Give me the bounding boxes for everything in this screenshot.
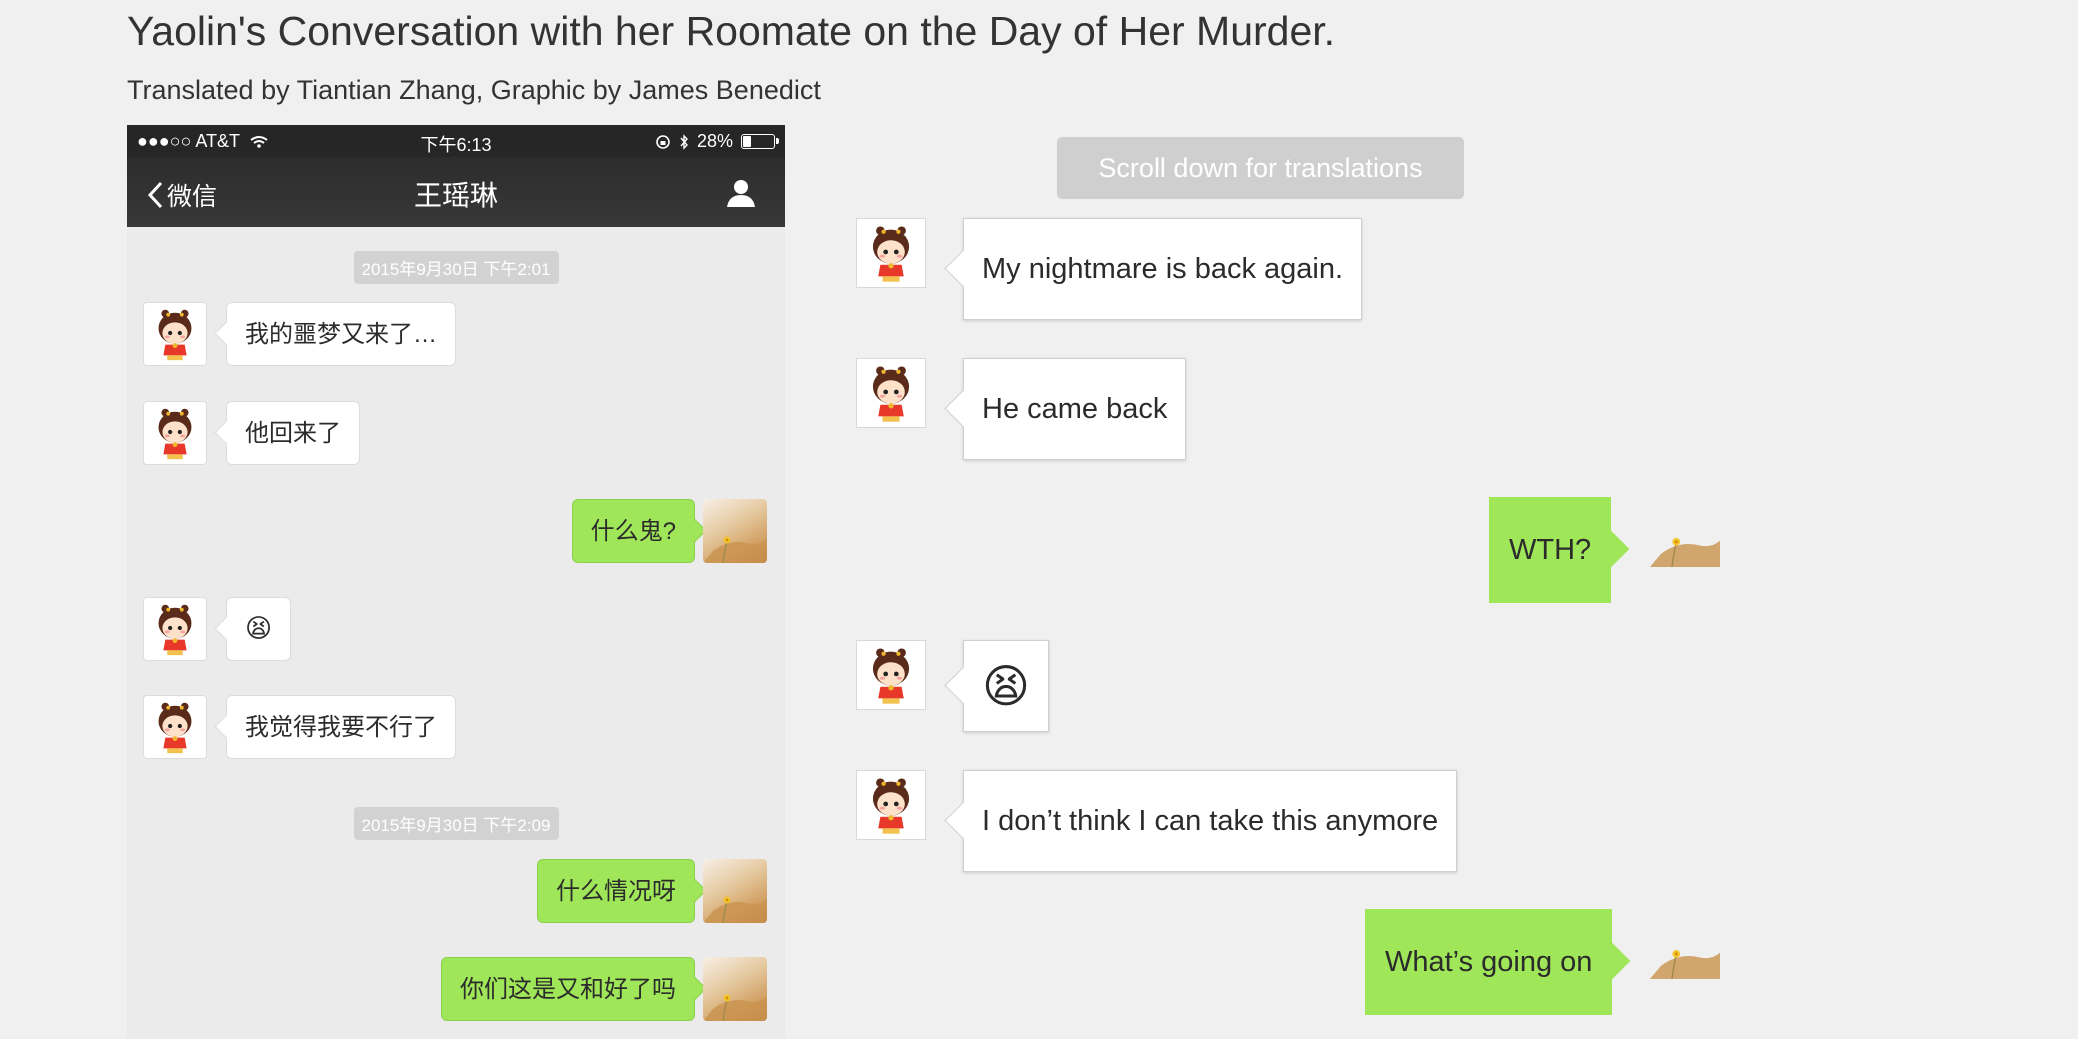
- user-avatar[interactable]: [703, 499, 767, 563]
- crying-face-emoji: 😫: [245, 613, 273, 643]
- timestamp: 2015年9月30日 下午2:01: [127, 251, 785, 284]
- translation-bubble: I don’t think I can take this anymore: [963, 770, 1458, 872]
- message-row: 什么鬼?: [127, 499, 785, 565]
- phone-screenshot: ●●●○○ AT&T 下午6:13 28% 微信 王瑶琳 2015年9月30日 …: [127, 125, 785, 1039]
- translation-bubble: 😫: [963, 640, 1049, 732]
- friend-avatar[interactable]: [143, 695, 207, 759]
- rotation-lock-icon: [656, 134, 670, 149]
- scroll-hint-banner: Scroll down for translations: [1057, 137, 1464, 199]
- message-row: 我的噩梦又来了…: [127, 302, 785, 368]
- friend-avatar: [856, 358, 926, 428]
- message-bubble: 什么情况呀: [537, 859, 695, 923]
- friend-avatar[interactable]: [143, 597, 207, 661]
- page-title: Yaolin's Conversation with her Roomate o…: [127, 8, 1336, 54]
- crying-face-emoji: 😫: [982, 660, 1030, 712]
- user-avatar: [1650, 909, 1720, 979]
- translation-bubble: My nightmare is back again.: [963, 218, 1363, 320]
- battery-percent: 28%: [696, 131, 733, 151]
- message-bubble: 你们这是又和好了吗: [441, 957, 695, 1021]
- message-bubble: 我觉得我要不行了: [226, 695, 456, 759]
- status-right: 28%: [655, 131, 779, 152]
- friend-avatar: [856, 218, 926, 288]
- translation-bubble: He came back: [963, 358, 1187, 460]
- friend-avatar[interactable]: [143, 302, 207, 366]
- translation-bubble: WTH?: [1489, 497, 1612, 603]
- message-row: 他回来了: [127, 401, 785, 467]
- chat-nav-bar: 微信 王瑶琳: [127, 157, 785, 227]
- status-bar: ●●●○○ AT&T 下午6:13 28%: [127, 125, 785, 157]
- friend-avatar[interactable]: [143, 401, 207, 465]
- friend-avatar: [856, 770, 926, 840]
- message-row: 什么情况呀: [127, 859, 785, 925]
- user-avatar[interactable]: [703, 957, 767, 1021]
- translation-bubble: What’s going on: [1365, 909, 1613, 1015]
- page-subtitle: Translated by Tiantian Zhang, Graphic by…: [127, 75, 821, 105]
- message-row: 我觉得我要不行了: [127, 695, 785, 761]
- contact-name: 王瑶琳: [413, 180, 498, 211]
- message-bubble: 他回来了: [226, 401, 360, 465]
- message-row: 你们这是又和好了吗: [127, 957, 785, 1023]
- bluetooth-icon: [680, 133, 688, 150]
- message-bubble: 什么鬼?: [571, 499, 695, 563]
- friend-avatar: [856, 640, 926, 710]
- message-bubble: 😫: [226, 597, 292, 661]
- contact-profile-icon[interactable]: [725, 177, 757, 209]
- user-avatar[interactable]: [703, 859, 767, 923]
- message-bubble: 我的噩梦又来了…: [226, 302, 456, 366]
- user-avatar: [1650, 497, 1720, 567]
- battery-icon: [741, 134, 779, 149]
- timestamp: 2015年9月30日 下午2:09: [127, 807, 785, 840]
- message-row: 😫: [127, 597, 785, 663]
